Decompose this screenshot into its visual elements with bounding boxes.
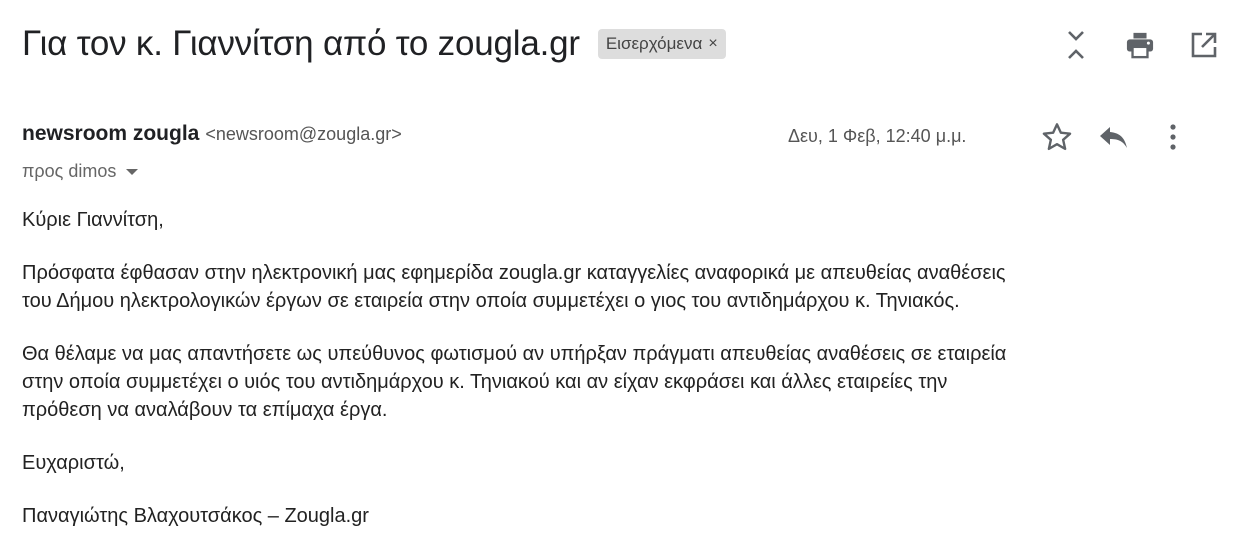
- paragraph-2-line-1: Θα θέλαμε να μας απαντήσετε ως υπεύθυνος…: [22, 343, 1007, 365]
- message-actions: [1040, 120, 1180, 154]
- sender-email: <newsroom@zougla.gr>: [205, 124, 402, 144]
- thanks: Ευχαριστώ,: [22, 452, 125, 474]
- show-details-dropdown-icon[interactable]: [126, 168, 139, 175]
- star-icon[interactable]: [1040, 120, 1074, 154]
- print-icon[interactable]: [1126, 28, 1154, 62]
- email-subject: Για τον κ. Γιαννίτση από το zougla.gr: [22, 24, 580, 63]
- greeting: Κύριε Γιαννίτση,: [22, 209, 164, 231]
- more-vert-icon[interactable]: [1166, 120, 1180, 154]
- inbox-label-chip[interactable]: Εισερχόμενα ×: [597, 29, 726, 59]
- message-body: Κύριε Γιαννίτση, Πρόσφατα έφθασαν στην η…: [22, 206, 1222, 555]
- subject-row: Για τον κ. Γιαννίτση από το zougla.gr Ει…: [22, 24, 726, 64]
- sender-name[interactable]: newsroom zougla: [22, 122, 199, 146]
- reply-icon[interactable]: [1096, 120, 1130, 154]
- paragraph-1: Πρόσφατα έφθασαν στην ηλεκτρονική μας εφ…: [22, 259, 1222, 315]
- message-date: Δευ, 1 Φεβ, 12:40 μ.μ.: [788, 126, 967, 146]
- paragraph-1-line-2: του Δήμου ηλεκτρολογικών έργων σε εταιρε…: [22, 290, 960, 312]
- recipient-text: προς dimos: [22, 161, 117, 181]
- open-new-window-icon[interactable]: [1190, 28, 1218, 62]
- collapse-icon[interactable]: [1062, 28, 1090, 62]
- sender-row: newsroom zougla <newsroom@zougla.gr>: [22, 122, 402, 146]
- paragraph-2-line-3: πρόθεση να αναλάβουν τα επίμαχα έργα.: [22, 399, 388, 421]
- thread-toolbar: [1062, 28, 1218, 62]
- label-chip-text: Εισερχόμενα: [605, 34, 703, 53]
- paragraph-1-line-1: Πρόσφατα έφθασαν στην ηλεκτρονική μας εφ…: [22, 262, 1006, 284]
- recipient-row: προς dimos: [22, 161, 139, 182]
- paragraph-2: Θα θέλαμε να μας απαντήσετε ως υπεύθυνος…: [22, 340, 1222, 424]
- signature: Παναγιώτης Βλαχουτσάκος – Zougla.gr: [22, 505, 369, 527]
- paragraph-2-line-2: στην οποία συμμετέχει ο υιός του αντιδημ…: [22, 371, 948, 393]
- remove-label-icon[interactable]: ×: [708, 35, 717, 53]
